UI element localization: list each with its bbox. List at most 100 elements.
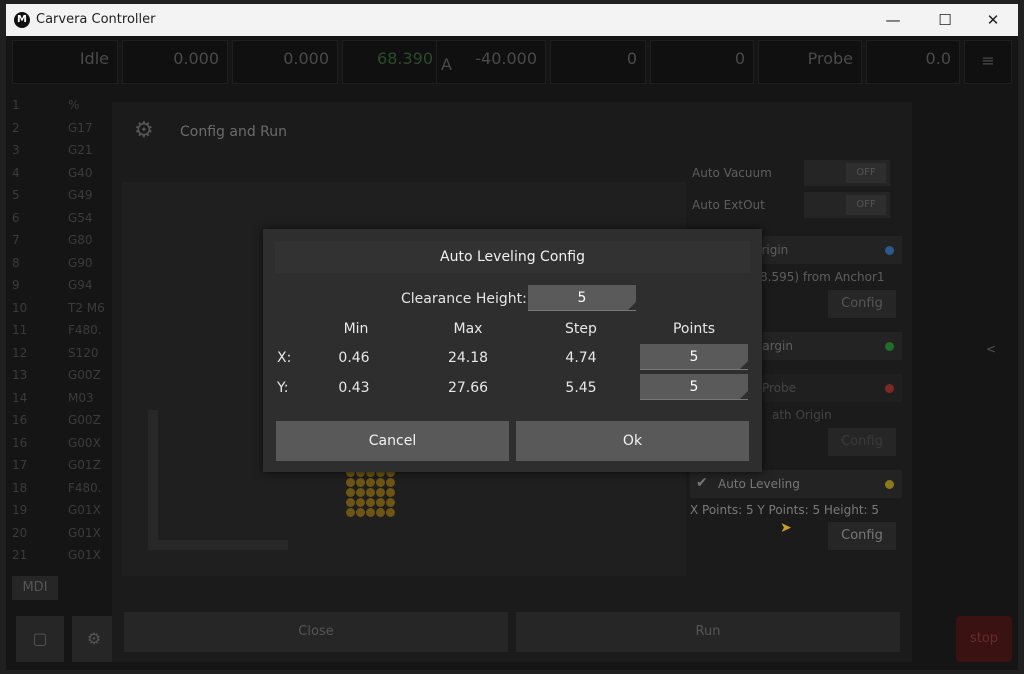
gcode-line-number: 5: [12, 188, 20, 202]
leveling-point: [366, 478, 375, 487]
gcode-line[interactable]: 17 G01Z: [10, 458, 110, 477]
gcode-line-number: 19: [12, 503, 28, 517]
gcode-line[interactable]: 16 G00X: [10, 436, 110, 455]
app-logo-icon: M: [14, 12, 30, 28]
gcode-line-code: G01X: [68, 503, 101, 517]
gcode-line[interactable]: 16 G00Z: [10, 413, 110, 432]
app-window: M Carvera Controller — ☐ ✕ Idle 0.000 0.…: [0, 0, 1024, 674]
mdi-button[interactable]: MDI: [12, 576, 58, 600]
probe-label: Probe: [762, 381, 797, 395]
gcode-line-number: 20: [12, 525, 28, 540]
y-points-input[interactable]: 5: [640, 374, 748, 400]
leveling-point: [366, 498, 375, 507]
gcode-line[interactable]: 4 G40: [10, 166, 110, 185]
gcode-line-code: G40: [68, 165, 93, 180]
close-button[interactable]: Close: [124, 612, 508, 652]
gcode-line-code: %: [68, 98, 80, 112]
gcode-line[interactable]: 19 G01X: [10, 503, 110, 522]
probe-status-dot: [885, 384, 894, 393]
gcode-line[interactable]: 8 G90: [10, 256, 110, 275]
leveling-summary: X Points: 5 Y Points: 5 Height: 5: [690, 503, 880, 517]
y-max: 27.66: [447, 380, 489, 396]
feed-cell: 0: [550, 40, 646, 84]
probe-label: Probe: [807, 49, 853, 68]
window-title: Carvera Controller: [36, 12, 156, 27]
cancel-button[interactable]: Cancel: [276, 421, 509, 461]
gcode-line[interactable]: 21 G01X: [10, 548, 110, 567]
gcode-line-number: 1: [12, 98, 20, 112]
auto-leveling-dialog: Auto Leveling Config Clearance Height: 5…: [263, 229, 762, 472]
origin-text: 8.595) from Anchor1: [760, 270, 885, 284]
gcode-line[interactable]: 3 G21: [10, 143, 110, 162]
header-points: Points: [672, 321, 716, 337]
gcode-line-number: 9: [12, 278, 20, 292]
auto-vacuum-toggle[interactable]: OFF: [804, 160, 890, 186]
gcode-line-number: 3: [12, 143, 20, 157]
gcode-line-code: G17: [68, 120, 93, 135]
gcode-line-code: G00X: [68, 435, 101, 450]
x-max: 24.18: [447, 350, 489, 366]
ok-button[interactable]: Ok: [516, 421, 749, 461]
header-step: Step: [565, 321, 597, 337]
auto-leveling-checkbox[interactable]: ✔: [696, 475, 712, 491]
maximize-button[interactable]: ☐: [928, 8, 962, 32]
gcode-line[interactable]: 13 G00Z: [10, 368, 110, 387]
gcode-line[interactable]: 20 G01X: [10, 526, 110, 545]
origin-config-button[interactable]: Config: [828, 290, 896, 318]
header-min: Min: [343, 321, 369, 337]
leveling-point: [356, 488, 365, 497]
spindle-value: 0: [734, 49, 745, 68]
gcode-line-code: S120: [68, 345, 99, 360]
close-window-button[interactable]: ✕: [976, 8, 1010, 32]
leveling-point: [366, 488, 375, 497]
leveling-point: [346, 498, 355, 507]
gcode-line[interactable]: 5 G49: [10, 188, 110, 207]
probe-config-button[interactable]: Config: [828, 428, 896, 456]
y-axis-label: Y:: [277, 380, 289, 396]
gcode-line-code: G54: [68, 210, 93, 225]
leveling-status-dot: [885, 480, 894, 489]
leveling-config-button[interactable]: Config: [828, 522, 896, 550]
clearance-height-input[interactable]: 5: [528, 285, 636, 311]
menu-icon[interactable]: ≡: [964, 40, 1012, 84]
gcode-line-number: 10: [12, 300, 28, 315]
leveling-point: [376, 498, 385, 507]
leveling-point: [376, 488, 385, 497]
gcode-line[interactable]: 11 F480.: [10, 323, 110, 342]
x-points-input[interactable]: 5: [640, 344, 748, 370]
gcode-line-number: 12: [12, 345, 28, 360]
origin-status-dot: [885, 246, 894, 255]
gcode-line-code: G49: [68, 188, 93, 202]
minimize-button[interactable]: —: [876, 8, 910, 32]
gcode-line[interactable]: 1%: [10, 98, 110, 117]
gcode-line-code: G80: [68, 233, 93, 247]
auto-extout-toggle[interactable]: OFF: [804, 192, 890, 218]
title-bar: M Carvera Controller — ☐ ✕: [6, 4, 1018, 36]
tool-value: 0.0: [925, 49, 951, 68]
leveling-point: [386, 508, 395, 517]
toggle-state: OFF: [846, 195, 886, 215]
gcode-line[interactable]: 2 G17: [10, 121, 110, 140]
leveling-points-grid: [346, 468, 402, 524]
auto-extout-label: Auto ExtOut: [692, 198, 765, 212]
gcode-line[interactable]: 14 M03: [10, 391, 110, 410]
probe-cell: Probe: [758, 40, 862, 84]
collapse-arrow-icon[interactable]: <: [986, 342, 996, 356]
leveling-point: [346, 478, 355, 487]
gcode-line[interactable]: 9 G94: [10, 278, 110, 297]
gcode-line[interactable]: 10 T2 M6: [10, 301, 110, 320]
gcode-list[interactable]: 1% 2 G17 3 G21 4 G40 5 G49 6 G54 7 G80 8 G90 9 G94 10 T2 M…: [6, 98, 116, 578]
gcode-line[interactable]: 12 S120: [10, 346, 110, 365]
file-icon[interactable]: ▢: [16, 616, 64, 662]
gcode-line[interactable]: 18 F480.: [10, 481, 110, 500]
stop-button[interactable]: stop: [956, 616, 1012, 662]
x-axis-label: X:: [277, 350, 292, 366]
a-coord: -40.000: [475, 49, 537, 68]
run-button[interactable]: Run: [516, 612, 900, 652]
gcode-line[interactable]: 7 G80: [10, 233, 110, 252]
gcode-line-number: 6: [12, 210, 20, 225]
gcode-line-code: G00Z: [68, 413, 101, 427]
gcode-line[interactable]: 6 G54: [10, 211, 110, 230]
gcode-line-code: G94: [68, 278, 93, 292]
settings-icon[interactable]: ⚙: [72, 616, 116, 662]
